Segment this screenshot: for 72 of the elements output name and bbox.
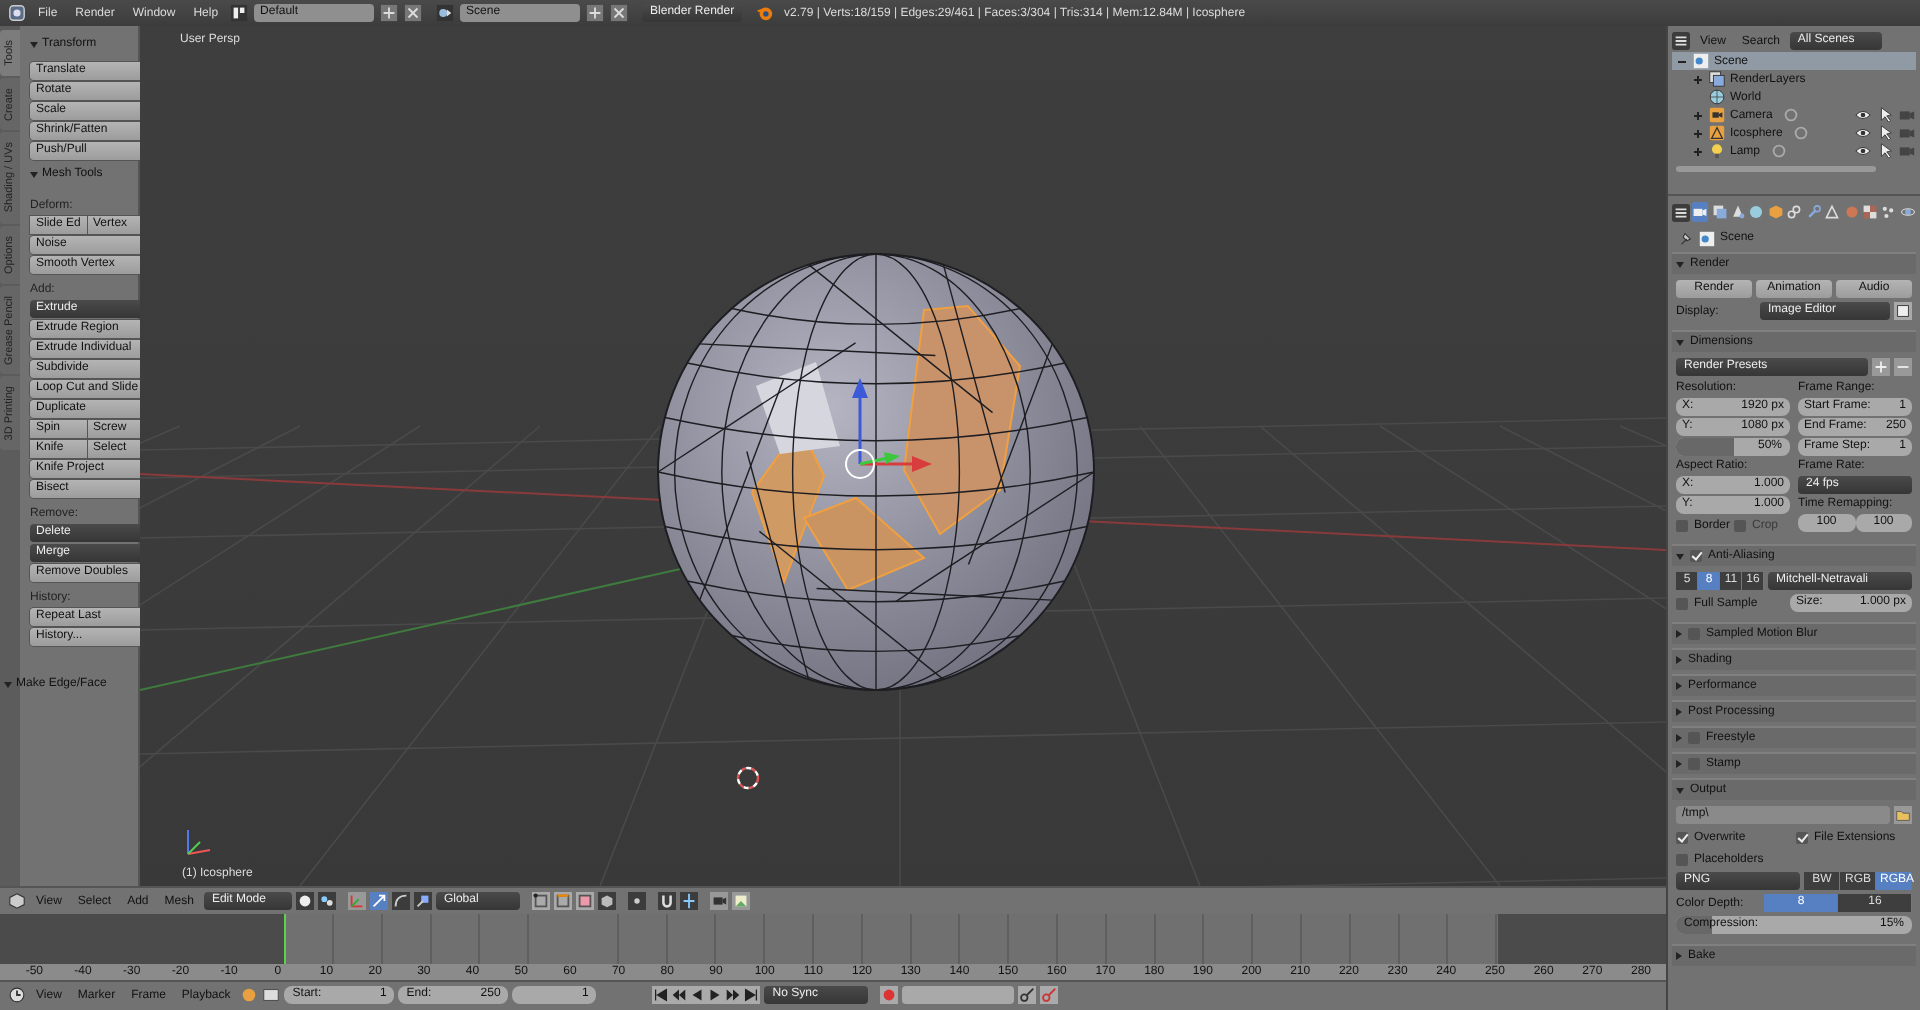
camera-icon xyxy=(1692,204,1709,220)
dots-icon[interactable] xyxy=(317,892,336,910)
key-icon[interactable] xyxy=(1018,986,1037,1004)
eye-icon[interactable] xyxy=(1854,124,1872,142)
expander-icon[interactable] xyxy=(1692,109,1704,121)
edge-select-icon[interactable] xyxy=(553,892,572,910)
clock-icon[interactable] xyxy=(8,986,26,1004)
expander-icon[interactable] xyxy=(1676,55,1688,67)
image-icon[interactable] xyxy=(731,892,750,910)
chain-icon xyxy=(1786,204,1803,220)
properties-tab[interactable] xyxy=(1692,202,1709,222)
properties-tab[interactable] xyxy=(1861,202,1879,222)
bulb-icon xyxy=(1708,142,1726,160)
cone-icon xyxy=(1730,204,1747,220)
checkbox[interactable] xyxy=(1690,550,1702,562)
list-icon[interactable] xyxy=(1672,32,1690,50)
close-icon[interactable] xyxy=(610,4,629,22)
previous-keyframe-icon[interactable] xyxy=(670,986,689,1004)
pin-icon[interactable] xyxy=(1676,229,1694,247)
sphere-icon xyxy=(1843,204,1860,220)
camera-icon[interactable] xyxy=(709,892,728,910)
eye-icon[interactable] xyxy=(1854,106,1872,124)
expander-icon[interactable] xyxy=(1692,145,1704,157)
keying-set-field[interactable] xyxy=(902,986,1015,1004)
dots-icon xyxy=(1880,204,1897,220)
orbit-icon xyxy=(1899,204,1916,220)
window-icon[interactable] xyxy=(8,4,26,22)
cube-icon[interactable] xyxy=(597,892,616,910)
wrench-icon xyxy=(1805,204,1822,220)
image-icon[interactable] xyxy=(1894,302,1912,320)
magnet-icon[interactable] xyxy=(657,892,676,910)
cube-icon[interactable] xyxy=(8,892,26,910)
folder-icon[interactable] xyxy=(1894,806,1912,824)
face-select-icon[interactable] xyxy=(575,892,594,910)
triangle-icon xyxy=(1824,204,1841,220)
editor-type-icon[interactable] xyxy=(1672,203,1690,221)
properties-tab[interactable] xyxy=(1823,202,1841,222)
scene-icon xyxy=(1692,52,1710,70)
properties-tab[interactable] xyxy=(1748,202,1766,222)
3d-cursor-icon xyxy=(736,766,760,790)
vertex-select-icon[interactable] xyxy=(531,892,550,910)
sphere-icon[interactable] xyxy=(295,892,314,910)
properties-tab[interactable] xyxy=(1710,202,1728,222)
plus-icon[interactable] xyxy=(586,4,605,22)
globe-icon xyxy=(1708,88,1726,106)
square-icon[interactable] xyxy=(413,892,432,910)
arrow-icon[interactable] xyxy=(369,892,388,910)
close-icon[interactable] xyxy=(404,4,423,22)
properties-tab[interactable] xyxy=(1786,202,1804,222)
transform-gizmo[interactable] xyxy=(845,378,932,479)
expander-icon[interactable] xyxy=(1692,127,1704,139)
logo-icon xyxy=(756,4,775,22)
checker-icon xyxy=(1862,204,1878,220)
globe-icon xyxy=(1748,204,1765,220)
layers-icon xyxy=(1711,204,1728,220)
image-icon[interactable] xyxy=(262,986,281,1004)
timeline-track[interactable] xyxy=(0,914,1666,964)
plus-icon[interactable] xyxy=(380,4,399,22)
camera-icon xyxy=(1708,106,1726,124)
scene-icon xyxy=(1698,229,1716,247)
axis-icon xyxy=(187,829,211,855)
expander-icon[interactable] xyxy=(1692,73,1704,85)
eye-icon[interactable] xyxy=(1854,142,1872,160)
layers-icon xyxy=(1708,70,1726,88)
arc-icon[interactable] xyxy=(391,892,410,910)
scrollbar[interactable] xyxy=(1676,166,1876,172)
triangle-icon xyxy=(1708,124,1726,142)
cube-icon xyxy=(1767,204,1784,220)
scene-icon[interactable] xyxy=(436,4,455,22)
properties-tab[interactable] xyxy=(1729,202,1747,222)
snap-icon[interactable] xyxy=(679,892,698,910)
layout-icon[interactable] xyxy=(230,4,249,22)
